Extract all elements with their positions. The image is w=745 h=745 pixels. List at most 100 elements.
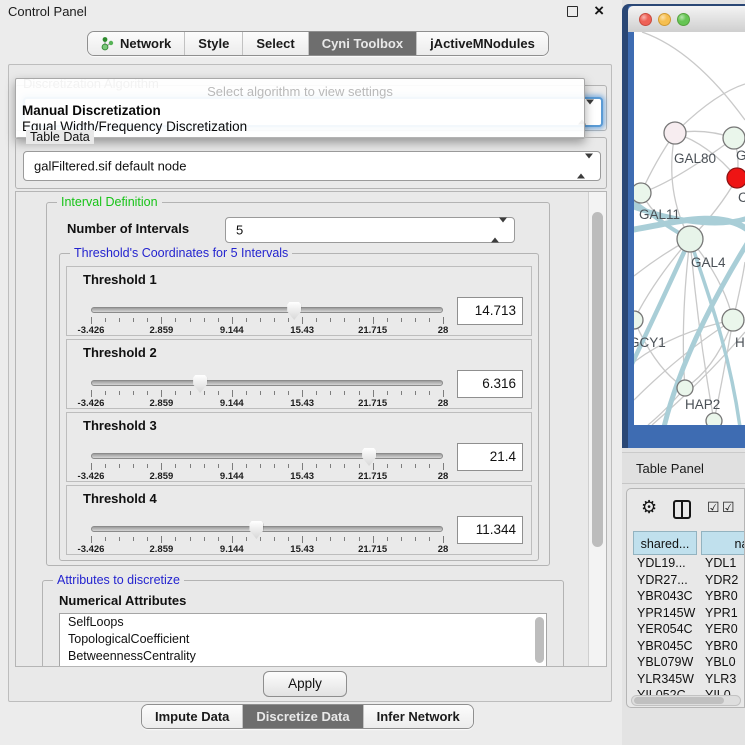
- slider-tick: [91, 536, 92, 543]
- slider-tick: [175, 464, 176, 468]
- slider-tick: [147, 464, 148, 468]
- interval-definition-title: Interval Definition: [57, 195, 162, 209]
- table-horizontal-scrollbar[interactable]: [631, 695, 741, 706]
- network-canvas[interactable]: GAL80GACGAL11GAL4GCY1HHAP2: [634, 32, 745, 425]
- list-scrollbar-thumb[interactable]: [535, 617, 544, 663]
- checkbox-icon[interactable]: ☑: [707, 499, 720, 516]
- threshold-slider[interactable]: -3.4262.8599.14415.4321.71528: [91, 522, 443, 554]
- mode-tab-bar: Impute Data Discretize Data Infer Networ…: [141, 704, 474, 729]
- mac-zoom-button[interactable]: [677, 13, 690, 26]
- attribute-list-item[interactable]: SelfLoops: [60, 614, 546, 631]
- table-row[interactable]: YDL19...YDL1: [633, 556, 745, 573]
- graph-node[interactable]: [706, 413, 722, 425]
- slider-tick: [175, 537, 176, 541]
- slider-tick: [415, 391, 416, 395]
- slider-tick: [218, 464, 219, 468]
- cell-name: YER0: [697, 622, 738, 636]
- attribute-list-item[interactable]: BetweennessCentrality: [60, 648, 546, 665]
- settings-vertical-scrollbar[interactable]: [588, 192, 606, 666]
- network-graph: GAL80GACGAL11GAL4GCY1HHAP2: [634, 32, 745, 425]
- slider-thumb[interactable]: [362, 448, 376, 466]
- graph-node[interactable]: [677, 380, 693, 396]
- slider-thumb[interactable]: [287, 302, 301, 320]
- table-row[interactable]: YLR345WYLR3: [633, 672, 745, 689]
- table-row[interactable]: YIL052CYIL0: [633, 688, 745, 695]
- float-window-icon[interactable]: [567, 6, 578, 17]
- graph-node-label: GAL80: [674, 151, 716, 166]
- slider-tick-label: 15.43: [290, 325, 314, 336]
- slider-tick: [443, 536, 444, 543]
- tab-discretize-data[interactable]: Discretize Data: [243, 705, 363, 728]
- scrollbar-thumb[interactable]: [592, 212, 603, 547]
- slider-tick: [91, 390, 92, 397]
- apply-button[interactable]: Apply: [263, 671, 347, 697]
- network-window-titlebar[interactable]: [628, 6, 745, 32]
- tab-style[interactable]: Style: [185, 32, 243, 55]
- column-header-name[interactable]: na: [701, 531, 745, 555]
- slider-tick: [443, 390, 444, 397]
- threshold-value-field[interactable]: 6.316: [457, 370, 523, 398]
- split-column-icon[interactable]: [673, 500, 691, 519]
- slider-tick: [373, 463, 374, 470]
- tab-network[interactable]: Network: [88, 32, 185, 55]
- table-data-combobox[interactable]: galFiltered.sif default node: [23, 151, 601, 181]
- scrollbar-thumb[interactable]: [634, 697, 724, 704]
- slider-thumb[interactable]: [193, 375, 207, 393]
- slider-tick: [105, 391, 106, 395]
- numerical-attributes-list[interactable]: SelfLoopsTopologicalCoefficientBetweenne…: [59, 613, 547, 667]
- threshold-label: Threshold 1: [83, 272, 157, 287]
- popup-option-manual-discretization[interactable]: Manual Discretization: [22, 103, 161, 118]
- graph-node[interactable]: [677, 226, 703, 252]
- graph-node[interactable]: [634, 311, 643, 329]
- gear-icon[interactable]: ⚙: [641, 497, 657, 518]
- slider-tick: [204, 464, 205, 468]
- slider-tick: [401, 537, 402, 541]
- slider-tick: [147, 537, 148, 541]
- number-of-intervals-combobox[interactable]: 5: [225, 217, 515, 243]
- tab-cyni-toolbox[interactable]: Cyni Toolbox: [309, 32, 417, 55]
- attribute-list-item[interactable]: TopologicalCoefficient: [60, 631, 546, 648]
- slider-track[interactable]: [91, 453, 443, 459]
- close-icon[interactable]: ×: [594, 1, 604, 21]
- threshold-slider[interactable]: -3.4262.8599.14415.4321.71528: [91, 449, 443, 481]
- threshold-slider[interactable]: -3.4262.8599.14415.4321.71528: [91, 376, 443, 408]
- graph-node[interactable]: [723, 127, 745, 149]
- threshold-value-field[interactable]: 21.4: [457, 443, 523, 471]
- slider-tick: [316, 537, 317, 541]
- threshold-value-field[interactable]: 14.713: [457, 297, 523, 325]
- slider-tick-label: 2.859: [150, 398, 174, 409]
- table-row[interactable]: YPR145WYPR1: [633, 606, 745, 623]
- threshold-slider[interactable]: -3.4262.8599.14415.4321.71528: [91, 303, 443, 335]
- mac-close-button[interactable]: [639, 13, 652, 26]
- graph-node[interactable]: [664, 122, 686, 144]
- graph-node[interactable]: [722, 309, 744, 331]
- slider-track[interactable]: [91, 380, 443, 386]
- threshold-value-field[interactable]: 11.344: [457, 516, 523, 544]
- graph-node[interactable]: [634, 183, 651, 203]
- slider-track[interactable]: [91, 307, 443, 313]
- slider-tick: [330, 464, 331, 468]
- tab-select[interactable]: Select: [243, 32, 308, 55]
- column-header-shared-name[interactable]: shared...: [633, 531, 697, 555]
- slider-tick: [288, 391, 289, 395]
- table-row[interactable]: YBL079WYBL0: [633, 655, 745, 672]
- slider-track[interactable]: [91, 526, 443, 532]
- table-row[interactable]: YBR043CYBR0: [633, 589, 745, 606]
- table-row[interactable]: YER054CYER0: [633, 622, 745, 639]
- cell-name: YBR0: [697, 639, 738, 653]
- table-row[interactable]: YBR045CYBR0: [633, 639, 745, 656]
- table-panel-body: ⚙ ☑ ☑ shared... na YDL19...YDL1YDR27...Y…: [626, 488, 745, 708]
- checkbox-icon[interactable]: ☑: [722, 499, 735, 516]
- tab-impute-data[interactable]: Impute Data: [142, 705, 243, 728]
- mac-minimize-button[interactable]: [658, 13, 671, 26]
- tab-jactivemnodules[interactable]: jActiveMNodules: [417, 32, 548, 55]
- slider-tick: [260, 537, 261, 541]
- slider-tick: [175, 391, 176, 395]
- slider-tick: [190, 318, 191, 322]
- graph-node[interactable]: [727, 168, 745, 188]
- table-row[interactable]: YDR27...YDR2: [633, 573, 745, 590]
- slider-thumb[interactable]: [249, 521, 263, 539]
- slider-tick-label: 15.43: [290, 398, 314, 409]
- tab-infer-network[interactable]: Infer Network: [364, 705, 473, 728]
- slider-tick: [288, 318, 289, 322]
